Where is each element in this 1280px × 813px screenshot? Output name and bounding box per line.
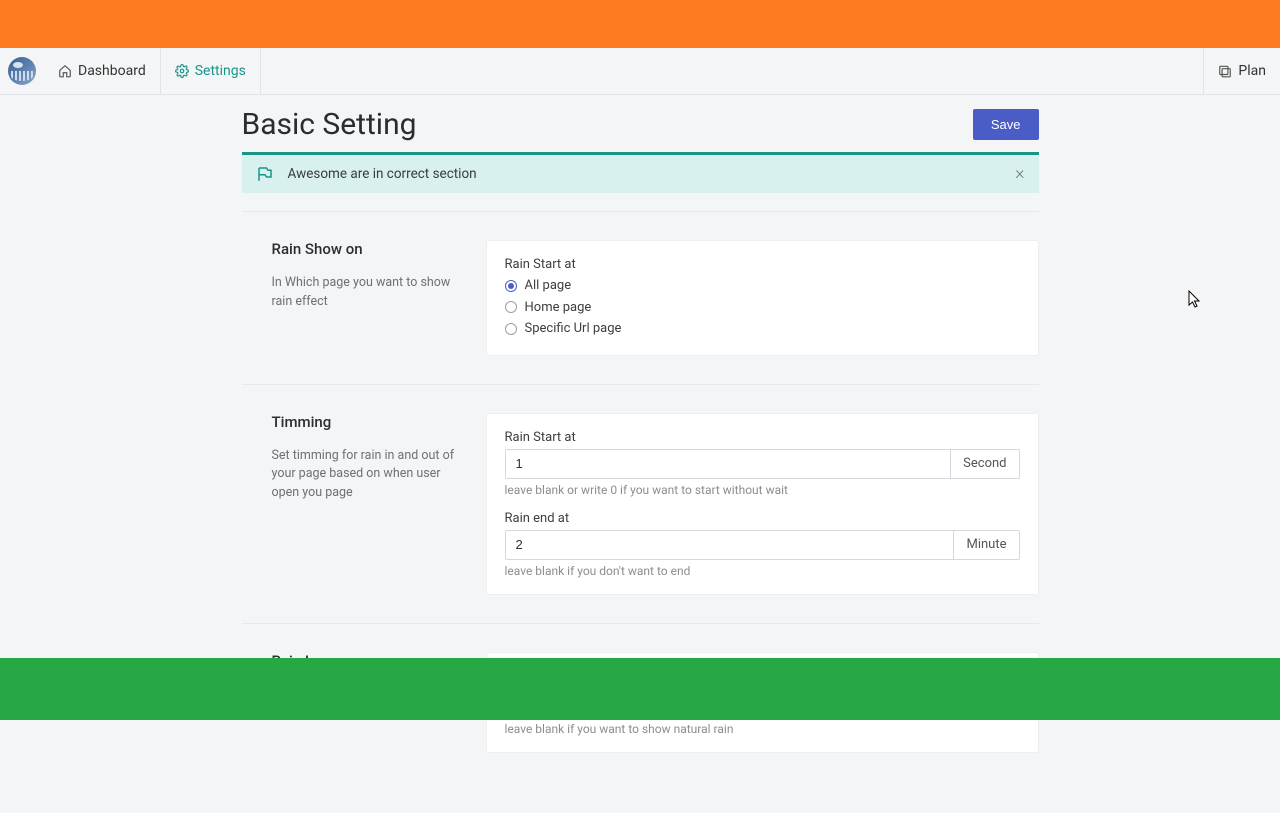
nav-plan-label: Plan <box>1238 63 1266 79</box>
radio-all-page[interactable]: All page <box>505 276 1020 296</box>
radio-home-page[interactable]: Home page <box>505 298 1020 318</box>
field-label: Rain Start at <box>505 430 1020 445</box>
home-icon <box>58 64 72 78</box>
section-title: Rain Show on <box>272 240 466 258</box>
save-button[interactable]: Save <box>973 109 1039 140</box>
section-desc: Set timming for rain in and out of your … <box>272 447 466 503</box>
radio-icon <box>505 280 517 292</box>
rain-end-input[interactable] <box>505 530 955 560</box>
radio-icon <box>505 323 517 335</box>
field-label: Rain Start at <box>505 257 1020 272</box>
radio-label: Home page <box>525 298 592 318</box>
radio-label: Specific Url page <box>525 319 622 339</box>
section-timing: Timming Set timming for rain in and out … <box>242 384 1039 623</box>
nav-dashboard-label: Dashboard <box>78 63 146 79</box>
rain-start-input[interactable] <box>505 449 952 479</box>
radio-group-rain-show: All page Home page Specific Url page <box>505 276 1020 339</box>
nav-plan[interactable]: Plan <box>1203 48 1280 94</box>
page-header: Basic Setting Save <box>242 107 1039 142</box>
nav-settings[interactable]: Settings <box>161 48 261 94</box>
close-icon[interactable]: × <box>1015 165 1024 183</box>
input-suffix: Minute <box>954 530 1019 560</box>
cursor-icon <box>1188 290 1202 310</box>
flag-icon <box>256 165 274 183</box>
notice-banner: Awesome are in correct section × <box>242 152 1039 193</box>
radio-label: All page <box>525 276 572 296</box>
section-title: Timming <box>272 413 466 431</box>
notice-text: Awesome are in correct section <box>288 166 1002 182</box>
radio-icon <box>505 301 517 313</box>
nav-settings-label: Settings <box>195 63 246 79</box>
help-text: leave blank if you don't want to end <box>505 564 1020 578</box>
bottom-banner <box>0 658 1280 720</box>
page-title: Basic Setting <box>242 107 417 142</box>
help-text: leave blank or write 0 if you want to st… <box>505 483 1020 497</box>
input-suffix: Second <box>951 449 1019 479</box>
app-logo <box>8 57 36 85</box>
field-label: Rain end at <box>505 511 1020 526</box>
nav-dashboard[interactable]: Dashboard <box>44 48 161 94</box>
top-banner <box>0 0 1280 48</box>
gear-icon <box>175 64 189 78</box>
help-text: leave blank if you want to show natural … <box>505 722 1020 736</box>
section-desc: In Which page you want to show rain effe… <box>272 274 466 312</box>
radio-specific-url[interactable]: Specific Url page <box>505 319 1020 339</box>
plan-icon <box>1218 64 1232 78</box>
section-rain-show: Rain Show on In Which page you want to s… <box>242 211 1039 384</box>
nav-bar: Dashboard Settings Plan <box>0 48 1280 95</box>
